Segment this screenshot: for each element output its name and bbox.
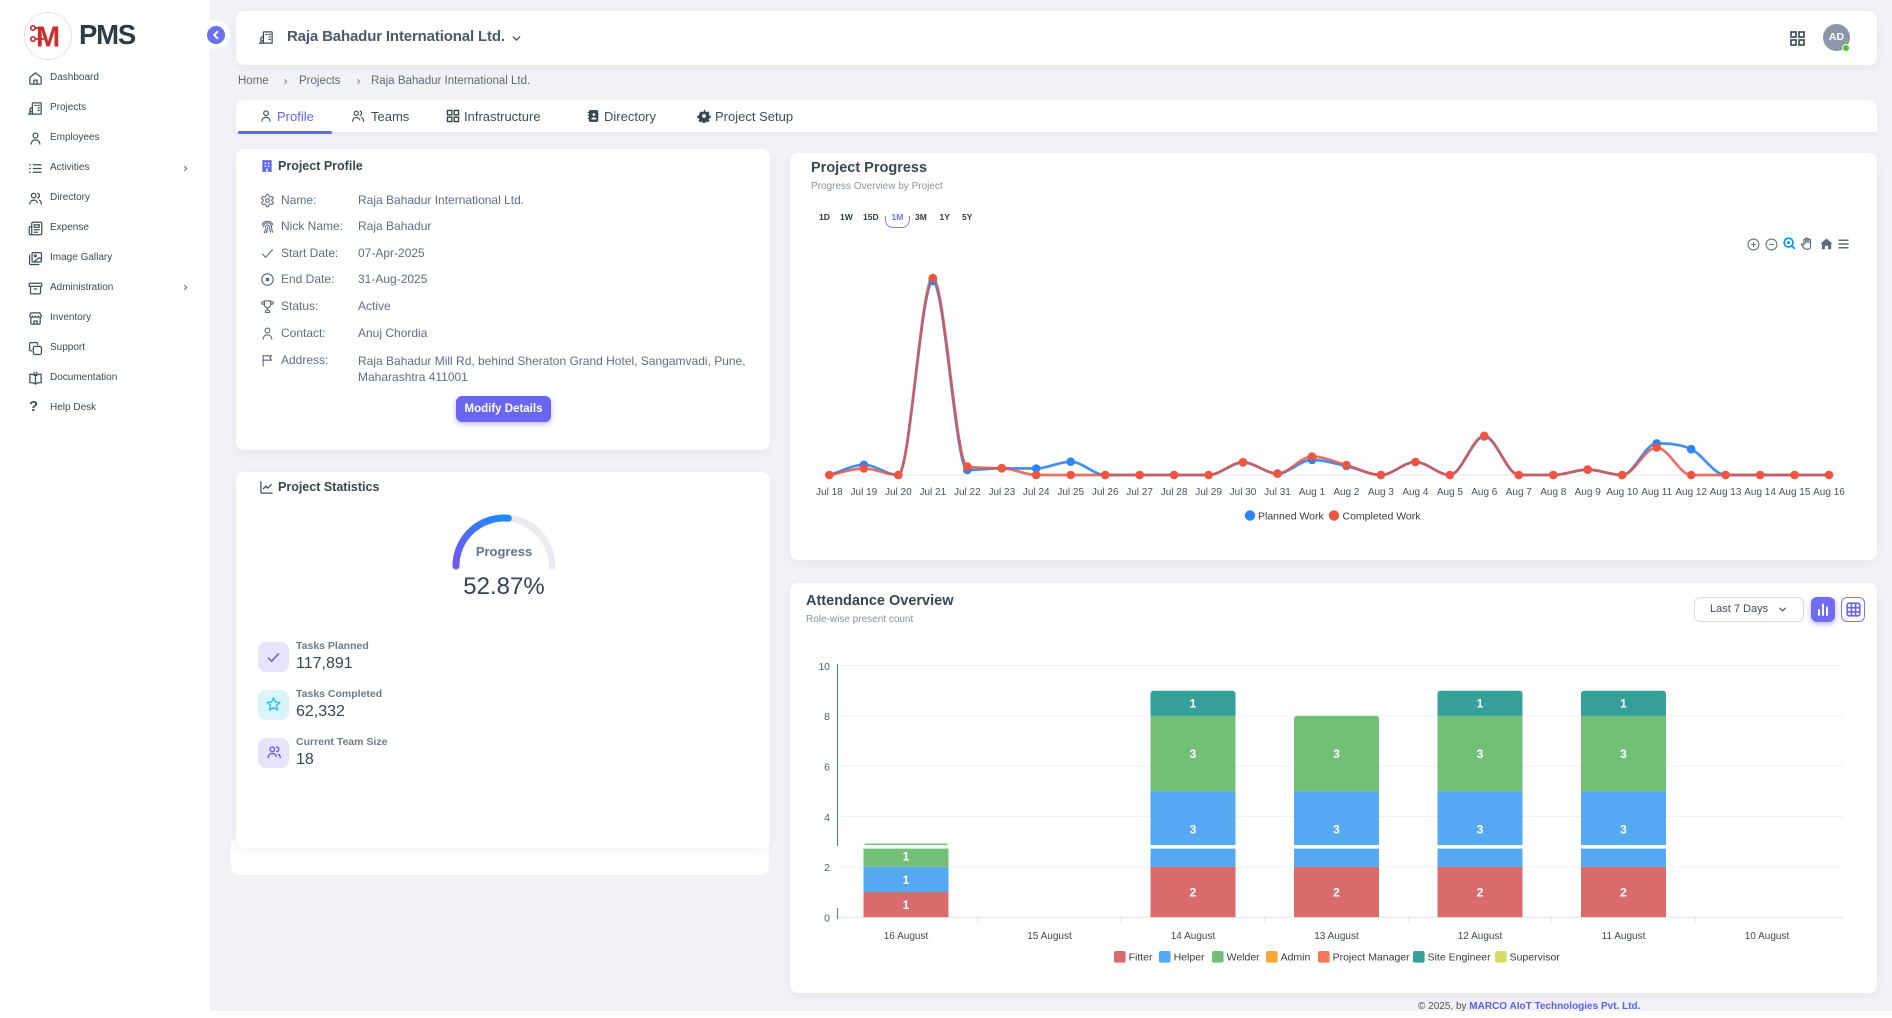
svg-text:Jul 23: Jul 23: [988, 487, 1015, 498]
svg-text:Site Engineer: Site Engineer: [1428, 952, 1492, 964]
svg-text:Aug 4: Aug 4: [1402, 487, 1429, 498]
svg-text:Aug 7: Aug 7: [1506, 487, 1533, 498]
svg-text:Aug 14: Aug 14: [1744, 487, 1776, 498]
svg-text:Jul 18: Jul 18: [816, 487, 843, 498]
svg-text:1: 1: [1190, 697, 1197, 711]
svg-text:Welder: Welder: [1227, 952, 1261, 964]
svg-text:Aug 8: Aug 8: [1540, 487, 1567, 498]
svg-text:3: 3: [1620, 747, 1627, 761]
svg-text:1: 1: [903, 873, 910, 887]
svg-text:Aug 3: Aug 3: [1368, 487, 1395, 498]
svg-text:10 August: 10 August: [1745, 931, 1790, 942]
svg-text:13 August: 13 August: [1314, 931, 1359, 942]
svg-text:3: 3: [1620, 822, 1627, 836]
svg-text:1: 1: [1477, 697, 1484, 711]
svg-text:Helper: Helper: [1174, 952, 1205, 964]
svg-text:Aug 11: Aug 11: [1641, 487, 1672, 498]
svg-text:Jul 26: Jul 26: [1092, 487, 1119, 498]
svg-text:Project Manager: Project Manager: [1333, 952, 1411, 964]
svg-text:Jul 20: Jul 20: [885, 487, 912, 498]
svg-text:Jul 30: Jul 30: [1230, 487, 1257, 498]
svg-text:Fitter: Fitter: [1129, 952, 1153, 964]
svg-text:Aug 16: Aug 16: [1813, 487, 1845, 498]
svg-text:Jul 19: Jul 19: [851, 487, 878, 498]
svg-text:2: 2: [1333, 885, 1340, 899]
svg-text:Jul 28: Jul 28: [1161, 487, 1188, 498]
svg-text:3: 3: [1333, 747, 1340, 761]
svg-text:10: 10: [818, 661, 830, 673]
svg-text:Aug 15: Aug 15: [1779, 487, 1811, 498]
svg-text:12 August: 12 August: [1458, 931, 1503, 942]
svg-text:Jul 31: Jul 31: [1264, 487, 1291, 498]
svg-text:Aug 1: Aug 1: [1299, 487, 1326, 498]
svg-text:15 August: 15 August: [1027, 931, 1072, 942]
svg-text:8: 8: [824, 711, 830, 723]
svg-text:4: 4: [824, 812, 830, 824]
svg-text:1: 1: [903, 850, 910, 864]
svg-text:Jul 25: Jul 25: [1057, 487, 1084, 498]
svg-text:Aug 5: Aug 5: [1437, 487, 1464, 498]
svg-text:Jul 22: Jul 22: [954, 487, 981, 498]
svg-text:3: 3: [1190, 822, 1197, 836]
svg-text:Aug 6: Aug 6: [1471, 487, 1498, 498]
svg-text:Completed Work: Completed Work: [1343, 511, 1422, 523]
svg-text:11 August: 11 August: [1602, 931, 1646, 942]
svg-text:Jul 24: Jul 24: [1023, 487, 1050, 498]
svg-text:Aug 2: Aug 2: [1333, 487, 1360, 498]
svg-text:Admin: Admin: [1281, 952, 1311, 964]
svg-text:Supervisor: Supervisor: [1510, 952, 1561, 964]
svg-text:Jul 27: Jul 27: [1126, 487, 1153, 498]
svg-text:2: 2: [1190, 885, 1197, 899]
svg-text:Jul 29: Jul 29: [1195, 487, 1222, 498]
svg-text:3: 3: [1477, 747, 1484, 761]
svg-text:3: 3: [1333, 822, 1340, 836]
svg-text:2: 2: [1477, 885, 1484, 899]
svg-text:Aug 12: Aug 12: [1675, 487, 1707, 498]
svg-text:Aug 13: Aug 13: [1710, 487, 1742, 498]
svg-text:0: 0: [824, 912, 830, 924]
svg-text:Aug 9: Aug 9: [1575, 487, 1602, 498]
svg-text:Planned Work: Planned Work: [1258, 511, 1325, 523]
svg-text:2: 2: [824, 862, 830, 874]
svg-text:1: 1: [903, 898, 910, 912]
svg-text:M: M: [36, 22, 59, 50]
svg-text:14 August: 14 August: [1171, 931, 1216, 942]
svg-text:Jul 21: Jul 21: [919, 487, 946, 498]
svg-text:3: 3: [1477, 822, 1484, 836]
svg-text:16 August: 16 August: [884, 931, 929, 942]
svg-text:Aug 10: Aug 10: [1606, 487, 1638, 498]
svg-text:2: 2: [1620, 885, 1627, 899]
svg-text:6: 6: [824, 761, 830, 773]
svg-text:3: 3: [1190, 747, 1197, 761]
svg-text:1: 1: [1620, 697, 1627, 711]
